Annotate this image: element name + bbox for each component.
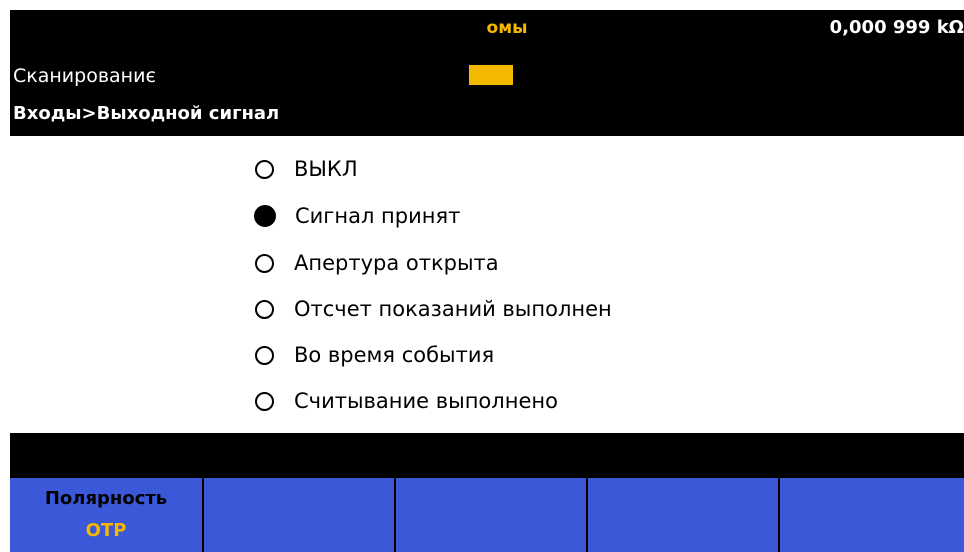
softkey-polarity[interactable]: Полярность ОТР xyxy=(10,478,202,552)
measurement-reading: 0,000 999 kΩ xyxy=(829,17,964,38)
option-label: Отсчет показаний выполнен xyxy=(294,297,612,321)
radio-button-selected-icon[interactable] xyxy=(254,205,276,227)
option-reading-complete[interactable]: Отсчет показаний выполнен xyxy=(255,289,612,329)
breadcrumb: Входы>Выходной сигнал xyxy=(13,103,280,124)
option-scan-complete[interactable]: Считывание выполнено xyxy=(255,381,558,421)
radio-button-icon[interactable] xyxy=(255,253,274,273)
softkey-value: ОТР xyxy=(85,520,127,541)
measurement-mode: омы xyxy=(486,18,528,38)
softkey-4[interactable] xyxy=(588,478,778,552)
menu-header: Сканированиє Входы>Выходной сигнал xyxy=(10,47,964,136)
radio-button-icon[interactable] xyxy=(255,299,274,319)
option-off[interactable]: ВЫКЛ xyxy=(255,149,358,189)
softkey-5[interactable] xyxy=(780,478,964,552)
radio-button-icon[interactable] xyxy=(255,159,274,179)
option-aperture-open[interactable]: Апертура открыта xyxy=(255,243,499,283)
option-during-event[interactable]: Во время события xyxy=(255,335,494,375)
scan-indicator xyxy=(469,65,513,85)
option-label: Апертура открыта xyxy=(294,251,499,275)
instrument-screen: омы 0,000 999 kΩ Сканированиє Входы>Выхо… xyxy=(10,10,964,552)
message-bar xyxy=(10,433,964,476)
option-signal-received[interactable]: Сигнал принят xyxy=(254,196,461,236)
status-bar: омы 0,000 999 kΩ xyxy=(10,10,964,47)
scan-label: Сканированиє xyxy=(13,65,156,87)
option-label: Во время события xyxy=(294,343,495,367)
output-signal-options: ВЫКЛ Сигнал принят Апертура открыта Отсч… xyxy=(10,136,964,433)
option-label: Считывание выполнено xyxy=(294,389,558,413)
softkey-bar: Полярность ОТР xyxy=(10,476,964,552)
option-label: Сигнал принят xyxy=(295,204,461,228)
radio-button-icon[interactable] xyxy=(255,345,274,365)
radio-button-icon[interactable] xyxy=(255,391,274,411)
softkey-3[interactable] xyxy=(396,478,586,552)
option-label: ВЫКЛ xyxy=(294,157,358,181)
softkey-2[interactable] xyxy=(204,478,394,552)
softkey-title: Полярность xyxy=(44,488,168,509)
